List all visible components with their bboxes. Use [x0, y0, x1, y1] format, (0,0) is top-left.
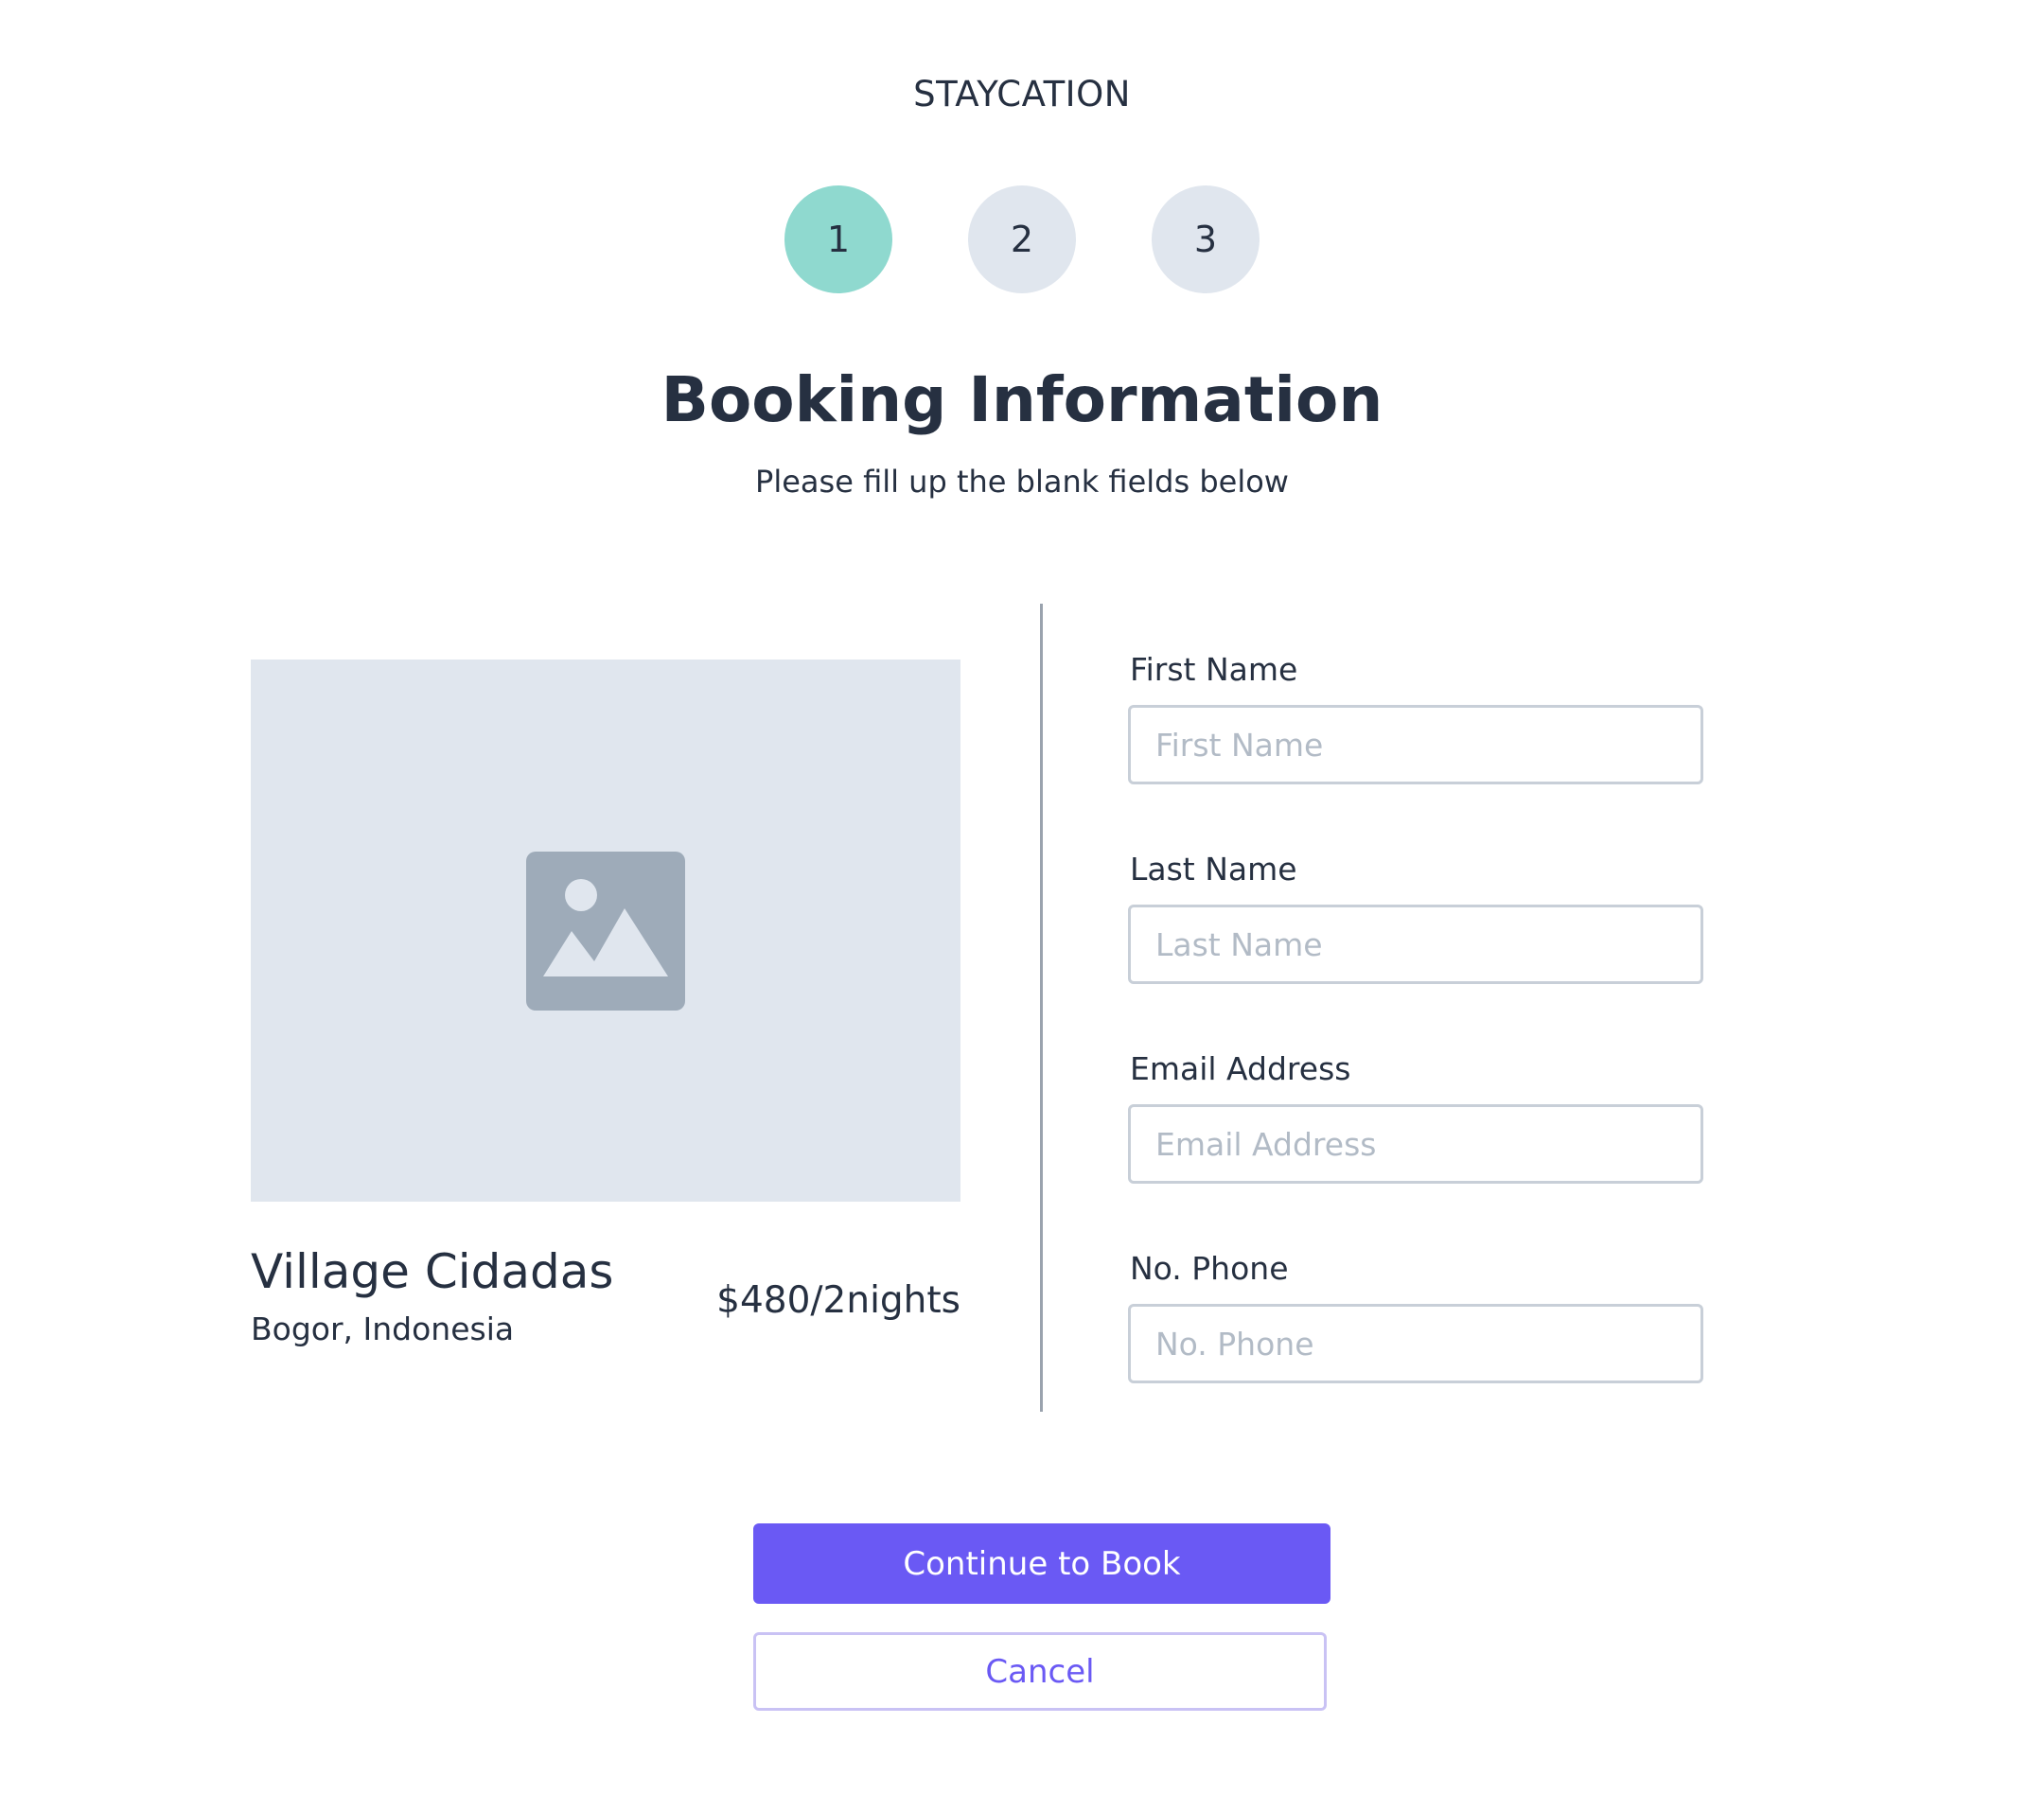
last-name-label: Last Name [1130, 851, 1297, 888]
page-subtitle: Please fill up the blank fields below [755, 464, 1289, 500]
listing-price: $480/2nights [716, 1279, 960, 1322]
listing-image [251, 660, 960, 1202]
first-name-label: First Name [1130, 651, 1298, 688]
email-label: Email Address [1130, 1050, 1351, 1087]
first-name-field[interactable] [1128, 705, 1703, 784]
last-name-field[interactable] [1128, 905, 1703, 984]
brand-logo[interactable]: STAYCATION [0, 74, 2044, 114]
page-title: Booking Information [661, 363, 1383, 436]
section-divider [1040, 604, 1043, 1412]
stepper: 1 2 3 [0, 185, 2044, 293]
phone-label: No. Phone [1130, 1250, 1289, 1287]
phone-field[interactable] [1128, 1304, 1703, 1383]
step-3: 3 [1152, 185, 1260, 293]
step-2: 2 [968, 185, 1076, 293]
step-1: 1 [784, 185, 892, 293]
email-field[interactable] [1128, 1104, 1703, 1184]
listing-location: Bogor, Indonesia [251, 1310, 515, 1347]
cancel-button[interactable]: Cancel [753, 1632, 1327, 1711]
image-placeholder-icon [526, 851, 685, 1011]
continue-to-book-button[interactable]: Continue to Book [753, 1523, 1330, 1604]
listing-name: Village Cidadas [251, 1244, 614, 1299]
booking-page: STAYCATION 1 2 3 Booking Information Ple… [0, 0, 2044, 1794]
